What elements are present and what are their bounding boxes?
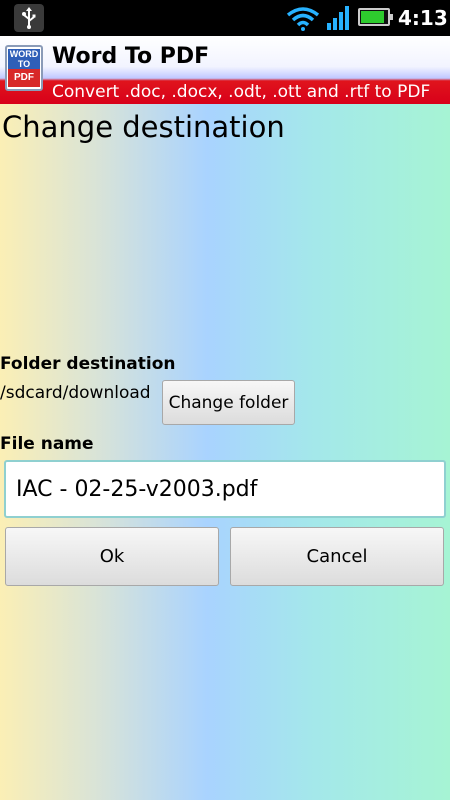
status-bar: 4:13: [0, 0, 450, 36]
app-logo: WORD TO PDF: [5, 45, 43, 91]
logo-bottom: PDF: [8, 69, 40, 87]
file-name-input[interactable]: [4, 460, 446, 518]
battery-icon: [358, 8, 393, 26]
cancel-button[interactable]: Cancel: [230, 527, 444, 586]
clock: 4:13: [398, 6, 448, 30]
wifi-icon: [286, 7, 320, 31]
logo-top: WORD TO: [8, 49, 40, 69]
change-folder-button[interactable]: Change folder: [162, 380, 295, 425]
battery-level: [361, 11, 385, 23]
signal-icon: [327, 6, 349, 30]
page-title: Change destination: [2, 110, 285, 144]
folder-destination-label: Folder destination: [0, 354, 176, 374]
app-subtitle: Convert .doc, .docx, .odt, .ott and .rtf…: [52, 82, 431, 102]
app-header: WORD TO PDF Word To PDF Convert .doc, .d…: [0, 36, 450, 104]
main-content: Change destination Folder destination /s…: [0, 104, 450, 800]
ok-button[interactable]: Ok: [5, 527, 219, 586]
folder-path: /sdcard/download: [0, 383, 151, 403]
app-title: Word To PDF: [52, 44, 210, 69]
file-name-label: File name: [0, 434, 94, 454]
usb-icon: [14, 4, 44, 32]
